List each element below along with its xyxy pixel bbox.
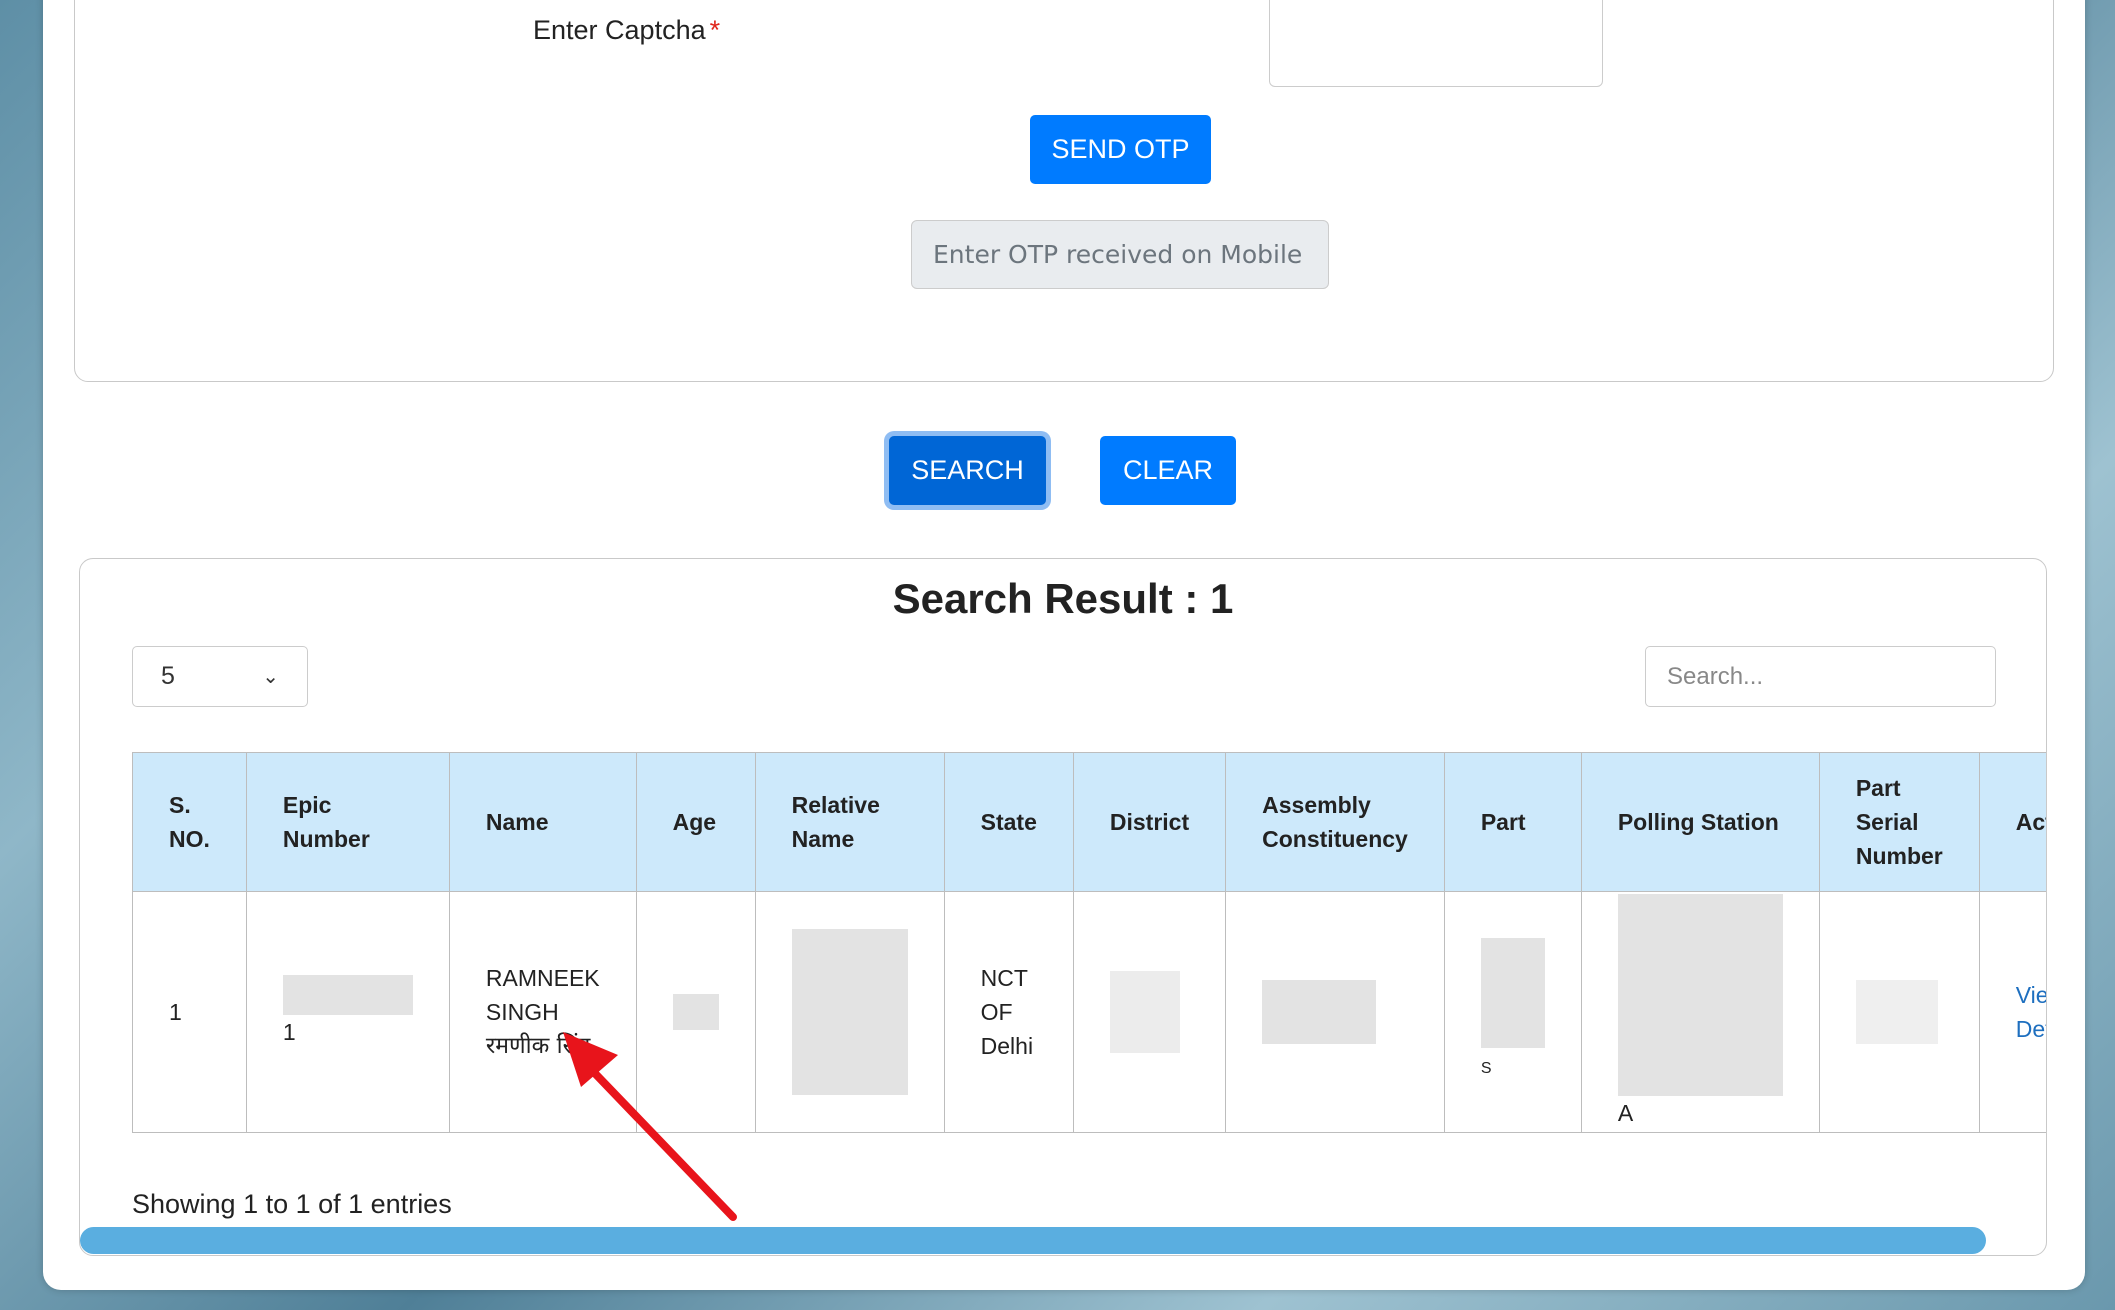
col-part[interactable]: Part <box>1443 752 1582 892</box>
table-header-row: S. NO. Epic Number Name Age Relative Nam… <box>132 752 2046 892</box>
table-info-text: Showing 1 to 1 of 1 entries <box>132 1189 452 1219</box>
horizontal-scrollbar[interactable] <box>80 1227 1986 1254</box>
epic-visible-digit: 1 <box>282 1019 296 1045</box>
col-age[interactable]: Age <box>635 752 756 892</box>
redacted-block <box>1109 971 1180 1053</box>
redacted-block <box>791 929 908 1095</box>
name-english: RAMNEEK SINGH <box>485 965 600 1025</box>
col-name[interactable]: Name <box>448 752 637 892</box>
cell-epic-number: 1 <box>245 891 450 1133</box>
cell-assembly-constituency <box>1225 891 1445 1133</box>
col-part-serial-number[interactable]: Part Serial Number <box>1818 752 1980 892</box>
redacted-block <box>1617 894 1783 1096</box>
cell-district <box>1072 891 1227 1133</box>
col-action[interactable]: Action <box>1978 752 2046 892</box>
page-size-value: 5 <box>161 662 175 690</box>
name-hindi: रमणीक सिंह <box>485 1033 591 1059</box>
redacted-block <box>1262 980 1377 1044</box>
cell-action: View Details <box>1978 891 2046 1133</box>
clear-button[interactable]: CLEAR <box>1100 436 1236 505</box>
send-otp-button[interactable]: SEND OTP <box>1030 115 1211 184</box>
required-mark: * <box>709 15 721 45</box>
redacted-block <box>672 994 719 1031</box>
redacted-block <box>1855 980 1938 1044</box>
redacted-block <box>1480 938 1545 1048</box>
captcha-label-text: Enter Captcha <box>533 15 706 45</box>
col-district[interactable]: District <box>1072 752 1227 892</box>
redacted-block <box>282 975 413 1015</box>
col-polling-station[interactable]: Polling Station <box>1580 752 1820 892</box>
col-relative-name[interactable]: Relative Name <box>754 752 945 892</box>
cell-part: S <box>1443 891 1582 1133</box>
form-panel: Enter Captcha * SEND OTP <box>74 0 2054 382</box>
results-panel: Search Result : 1 5 ⌄ S. NO. Epic Number… <box>79 558 2047 1256</box>
captcha-input[interactable] <box>1269 0 1603 87</box>
otp-input[interactable] <box>911 220 1329 289</box>
view-details-link[interactable]: View Details <box>2016 982 2046 1042</box>
cell-state: NCT OF Delhi <box>943 891 1074 1133</box>
cell-sno: 1 <box>132 891 247 1133</box>
chevron-down-icon: ⌄ <box>262 666 279 688</box>
col-epic-number[interactable]: Epic Number <box>245 752 450 892</box>
cell-age <box>635 891 756 1133</box>
col-sno[interactable]: S. NO. <box>132 752 247 892</box>
col-assembly-constituency[interactable]: Assembly Constituency <box>1225 752 1445 892</box>
part-visible-text: S <box>1480 1060 1492 1077</box>
polling-visible-text: A <box>1617 1100 1634 1126</box>
results-title: Search Result : 1 <box>892 575 1234 622</box>
results-table: S. NO. Epic Number Name Age Relative Nam… <box>132 752 2046 1133</box>
cell-name: RAMNEEK SINGH रमणीक सिंह <box>448 891 637 1133</box>
captcha-label: Enter Captcha * <box>533 15 720 46</box>
cell-polling-station: A <box>1580 891 1820 1133</box>
table-search-input[interactable] <box>1645 646 1996 707</box>
page-size-select[interactable]: 5 ⌄ <box>132 646 308 707</box>
col-state[interactable]: State <box>943 752 1074 892</box>
table-row: 1 1 RAMNEEK SINGH रमणीक सिंह NCT OF Delh… <box>132 891 2046 1133</box>
cell-part-serial-number <box>1818 891 1980 1133</box>
search-button[interactable]: SEARCH <box>889 436 1046 505</box>
cell-relative-name <box>754 891 945 1133</box>
